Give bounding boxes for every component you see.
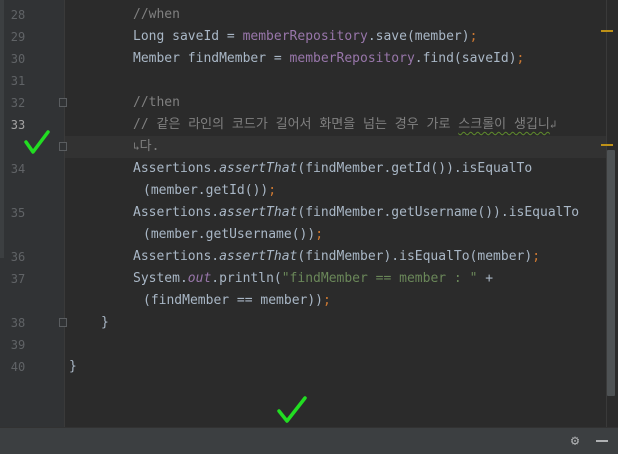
comment: 다. — [139, 139, 160, 154]
code-text: (findMember).isEqualTo(member) — [297, 249, 533, 264]
line-number: 34 — [10, 162, 26, 176]
bottom-tool-bar: ⚙ — [0, 427, 618, 454]
code-line-38[interactable]: } — [101, 312, 109, 334]
code-text: + — [477, 271, 494, 286]
line-number: 37 — [10, 272, 26, 286]
semicolon: ; — [315, 227, 324, 242]
code-text: Assertions. — [133, 161, 220, 176]
code-line-37-continued[interactable]: (findMember == member)); — [143, 290, 331, 312]
code-line-34[interactable]: Assertions.assertThat(findMember.getId()… — [133, 158, 532, 180]
closing-brace: } — [101, 315, 109, 330]
code-line-40[interactable]: } — [69, 356, 77, 378]
static-method: assertThat — [219, 161, 298, 176]
code-text: (findMember == member)) — [143, 293, 324, 308]
spellcheck-underlined-text: 스크롤이 생깁니 — [458, 117, 550, 132]
fold-marker[interactable] — [59, 98, 67, 107]
line-number: 35 — [10, 206, 26, 220]
line-number: 39 — [10, 338, 26, 352]
line-number: 38 — [10, 316, 26, 330]
semicolon: ; — [469, 29, 478, 44]
closing-brace: } — [69, 359, 77, 374]
line-number: 40 — [10, 360, 26, 374]
static-method: assertThat — [219, 249, 298, 264]
code-line-35[interactable]: Assertions.assertThat(findMember.getUser… — [133, 202, 579, 224]
semicolon: ; — [323, 293, 331, 308]
check-mark-icon — [277, 396, 307, 423]
warning-marker[interactable] — [601, 144, 613, 146]
code-text: .find(saveId) — [414, 51, 517, 66]
comment: //when — [133, 7, 180, 22]
code-line-30[interactable]: Member findMember = memberRepository.fin… — [133, 48, 524, 70]
code-line-37[interactable]: System.out.println("findMember == member… — [133, 268, 493, 290]
code-line-33-continued[interactable]: ↳다. — [133, 136, 159, 158]
code-line-36[interactable]: Assertions.assertThat(findMember).isEqua… — [133, 246, 540, 268]
code-text: (findMember.getId()).isEqualTo — [297, 161, 533, 176]
field-ref: memberRepository — [289, 51, 415, 66]
semicolon: ; — [532, 249, 541, 264]
code-editor[interactable]: 28 29 30 31 32 33 34 35 36 37 38 39 40 /… — [0, 0, 618, 427]
static-method: assertThat — [219, 205, 298, 220]
semicolon: ; — [516, 51, 525, 66]
code-text: Assertions. — [133, 249, 220, 264]
code-text: (member.getUsername()) — [143, 227, 316, 242]
line-number: 31 — [10, 74, 26, 88]
fold-marker[interactable] — [59, 318, 67, 327]
code-text: System. — [133, 271, 188, 286]
minimize-icon[interactable] — [596, 440, 608, 442]
code-line-28[interactable]: //when — [133, 4, 180, 26]
soft-wrap-icon: ↲ — [549, 118, 557, 131]
code-text: .save(member) — [367, 29, 470, 44]
soft-wrap-continue-icon: ↳ — [133, 140, 140, 153]
code-text: Long saveId = — [133, 29, 243, 44]
code-text: .println( — [211, 271, 282, 286]
line-number: 36 — [10, 250, 26, 264]
code-text: (member.getId()) — [143, 183, 269, 198]
comment: //then — [133, 95, 180, 110]
field-ref: memberRepository — [242, 29, 368, 44]
line-number: 29 — [10, 30, 26, 44]
semicolon: ; — [268, 183, 277, 198]
fold-marker[interactable] — [59, 142, 67, 151]
code-text: Assertions. — [133, 205, 220, 220]
line-number: 28 — [10, 8, 26, 22]
static-field: out — [187, 271, 212, 286]
string-literal: "findMember == member : " — [281, 271, 478, 286]
warning-marker[interactable] — [601, 30, 613, 32]
gear-icon[interactable]: ⚙ — [567, 433, 583, 449]
code-line-35-continued[interactable]: (member.getUsername()); — [143, 224, 323, 246]
line-number: 30 — [10, 52, 26, 66]
code-line-33[interactable]: // 같은 라인의 코드가 길어서 화면을 넘는 경우 가로 스크롤이 생깁니↲ — [133, 114, 556, 136]
code-line-34-continued[interactable]: (member.getId()); — [143, 180, 276, 202]
line-number: 32 — [10, 96, 26, 110]
check-mark-icon — [24, 130, 50, 154]
comment: // 같은 라인의 코드가 길어서 화면을 넘는 경우 가로 — [133, 117, 459, 132]
code-line-29[interactable]: Long saveId = memberRepository.save(memb… — [133, 26, 477, 48]
code-text: (findMember.getUsername()).isEqualTo — [297, 205, 580, 220]
vertical-scrollbar-thumb[interactable] — [607, 150, 615, 396]
code-line-32[interactable]: //then — [133, 92, 180, 114]
code-text: Member findMember = — [133, 51, 290, 66]
